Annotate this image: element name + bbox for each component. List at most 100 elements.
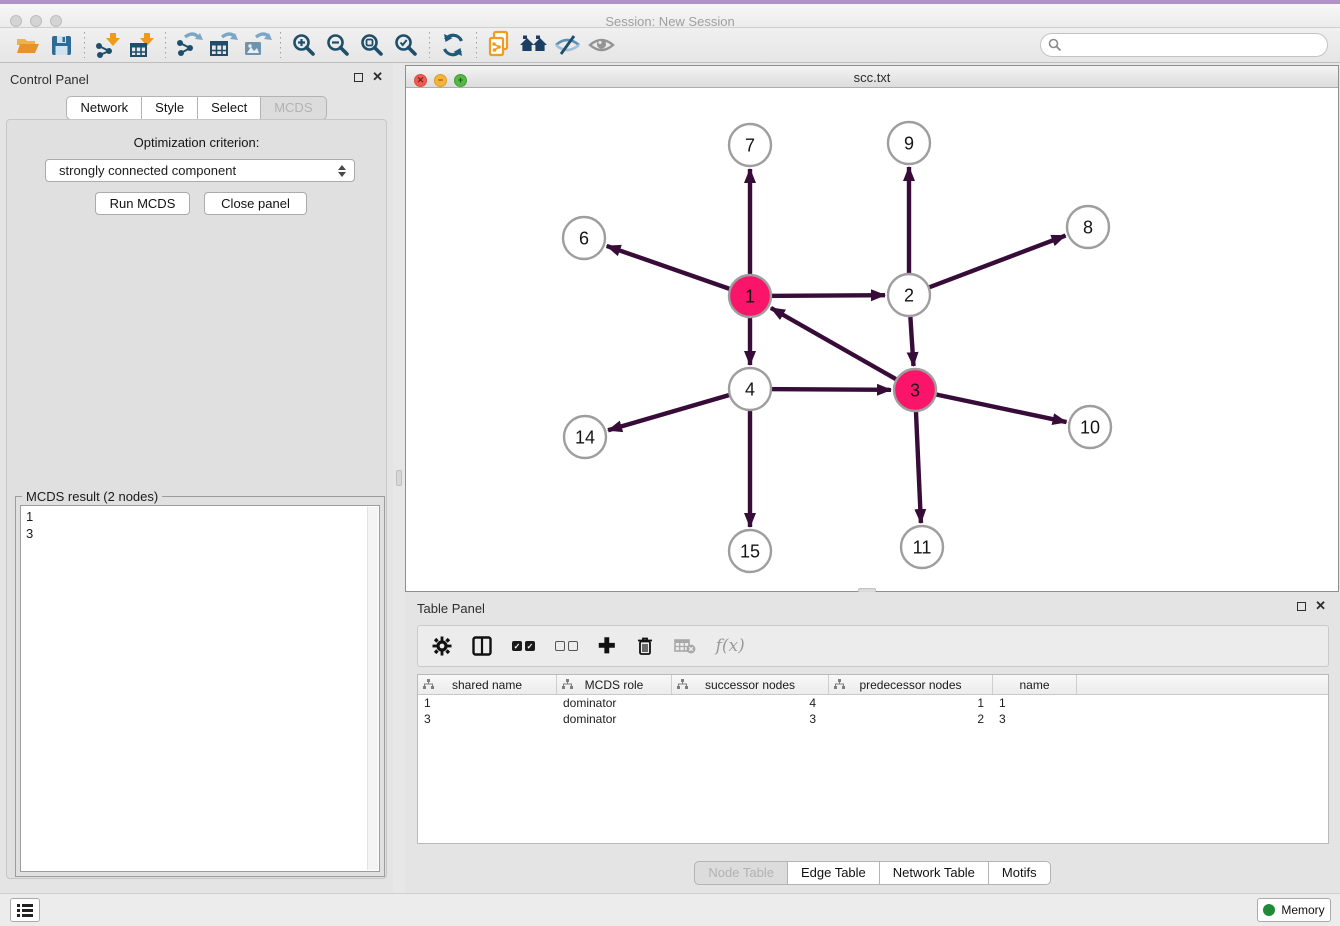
mcds-result-text[interactable]: 1 3 — [20, 505, 380, 872]
graph-node-label: 8 — [1083, 217, 1093, 237]
graph-node-label: 11 — [913, 537, 932, 557]
graph-edge-3-1[interactable] — [771, 308, 915, 390]
column-header-successor-nodes[interactable]: successor nodes — [672, 675, 829, 694]
graph-edge-3-10[interactable] — [915, 390, 1067, 422]
close-panel-icon[interactable]: ✕ — [372, 72, 383, 82]
mcds-result-title: MCDS result (2 nodes) — [22, 489, 162, 504]
chevron-up-down-icon — [338, 165, 346, 177]
import-network-icon[interactable] — [91, 31, 125, 59]
vertical-splitter-handle[interactable] — [396, 470, 402, 486]
tab-motifs[interactable]: Motifs — [989, 861, 1051, 885]
table-cell[interactable]: 4 — [672, 695, 829, 711]
graph-edge-1-6[interactable] — [607, 246, 750, 296]
tab-network[interactable]: Network — [66, 96, 142, 120]
table-panel-window-buttons: ✕ — [1297, 601, 1326, 611]
apply-layout-icon[interactable] — [436, 31, 470, 59]
memory-button[interactable]: Memory — [1257, 898, 1331, 922]
open-session-icon[interactable] — [10, 31, 44, 59]
memory-label: Memory — [1281, 903, 1324, 917]
column-type-icon — [834, 679, 845, 690]
tab-select[interactable]: Select — [198, 96, 261, 120]
column-header-predecessor-nodes[interactable]: predecessor nodes — [829, 675, 993, 694]
tab-mcds[interactable]: MCDS — [261, 96, 326, 120]
zoom-out-icon[interactable] — [321, 31, 355, 59]
table-row[interactable]: 3dominator323 — [418, 711, 1328, 727]
network-view-window: ✕−+ scc.txt 7968124314101511 — [405, 65, 1339, 592]
show-panels-button[interactable] — [10, 898, 40, 922]
column-visibility-icon[interactable] — [472, 633, 492, 659]
graph-node-label: 7 — [745, 135, 755, 155]
table-panel-title: Table Panel — [417, 601, 485, 616]
unselect-all-icon[interactable] — [555, 633, 578, 659]
tab-network-table[interactable]: Network Table — [880, 861, 989, 885]
table-cell[interactable]: 2 — [829, 711, 993, 727]
table-cell[interactable]: dominator — [557, 695, 672, 711]
search-box[interactable] — [1040, 33, 1328, 57]
export-table-icon[interactable] — [206, 31, 240, 59]
select-all-icon[interactable]: ✓✓ — [512, 633, 535, 659]
graph-node-label: 4 — [745, 379, 755, 399]
toolbar-separator — [429, 32, 430, 58]
zoom-fit-icon[interactable] — [355, 31, 389, 59]
tab-edge-table[interactable]: Edge Table — [788, 861, 880, 885]
control-panel-tabs: Network Style Select MCDS — [0, 96, 393, 120]
delete-row-icon[interactable] — [636, 633, 654, 659]
mcds-panel: Optimization criterion: strongly connect… — [6, 119, 387, 879]
export-image-icon[interactable] — [240, 31, 274, 59]
graph-node-label: 9 — [904, 133, 914, 153]
table-cell[interactable]: 1 — [829, 695, 993, 711]
table-body: 1dominator4113dominator323 — [418, 695, 1328, 727]
settings-gear-icon[interactable] — [432, 633, 452, 659]
status-bar: Memory — [0, 893, 1340, 926]
optimization-criterion-select[interactable]: strongly connected component — [45, 159, 355, 182]
table-cell[interactable]: dominator — [557, 711, 672, 727]
column-header-name[interactable]: name — [993, 675, 1077, 694]
clone-network-icon[interactable] — [483, 31, 517, 59]
control-panel-window-buttons: ✕ — [354, 72, 383, 82]
float-panel-icon[interactable] — [354, 73, 363, 82]
toolbar-separator — [165, 32, 166, 58]
control-panel-title: Control Panel — [10, 72, 89, 87]
close-panel-icon[interactable]: ✕ — [1315, 601, 1326, 611]
node-table[interactable]: shared name MCDS role successor nodes pr… — [417, 674, 1329, 844]
table-panel-tabs: Node Table Edge Table Network Table Moti… — [405, 861, 1340, 885]
column-type-icon — [423, 679, 434, 690]
tab-style[interactable]: Style — [142, 96, 198, 120]
zoom-in-icon[interactable] — [287, 31, 321, 59]
float-panel-icon[interactable] — [1297, 602, 1306, 611]
zoom-selected-icon[interactable] — [389, 31, 423, 59]
result-scrollbar[interactable] — [367, 507, 378, 870]
home-icon[interactable] — [517, 31, 551, 59]
run-mcds-button[interactable]: Run MCDS — [95, 192, 190, 215]
close-panel-button[interactable]: Close panel — [204, 192, 307, 215]
graph-edge-2-8[interactable] — [909, 236, 1066, 295]
network-graph-canvas[interactable]: 7968124314101511 — [406, 88, 1338, 592]
toolbar-separator — [280, 32, 281, 58]
table-cell[interactable]: 1 — [993, 695, 1077, 711]
tab-node-table[interactable]: Node Table — [694, 861, 788, 885]
column-header-shared-name[interactable]: shared name — [418, 675, 557, 694]
table-cell[interactable]: 3 — [672, 711, 829, 727]
import-table-icon[interactable] — [125, 31, 159, 59]
optimization-criterion-label: Optimization criterion: — [7, 135, 386, 150]
toolbar-separator — [84, 32, 85, 58]
toolbar-separator — [476, 32, 477, 58]
show-eye-icon[interactable] — [585, 31, 619, 59]
graph-node-label: 14 — [575, 427, 595, 447]
table-toolbar: ✓✓ ✚ f(x) — [417, 625, 1329, 667]
list-icon — [17, 903, 33, 917]
table-cell[interactable]: 3 — [418, 711, 557, 727]
graph-node-label: 2 — [904, 285, 914, 305]
hide-eye-icon[interactable] — [551, 31, 585, 59]
export-network-icon[interactable] — [172, 31, 206, 59]
add-row-icon[interactable]: ✚ — [598, 633, 616, 659]
table-cell[interactable]: 1 — [418, 695, 557, 711]
search-icon — [1048, 38, 1062, 52]
search-input[interactable] — [1066, 36, 1327, 54]
table-cell[interactable]: 3 — [993, 711, 1077, 727]
save-session-icon[interactable] — [44, 31, 78, 59]
window-title: Session: New Session — [0, 14, 1340, 29]
network-window-title: scc.txt — [406, 70, 1338, 85]
column-header-mcds-role[interactable]: MCDS role — [557, 675, 672, 694]
table-row[interactable]: 1dominator411 — [418, 695, 1328, 711]
